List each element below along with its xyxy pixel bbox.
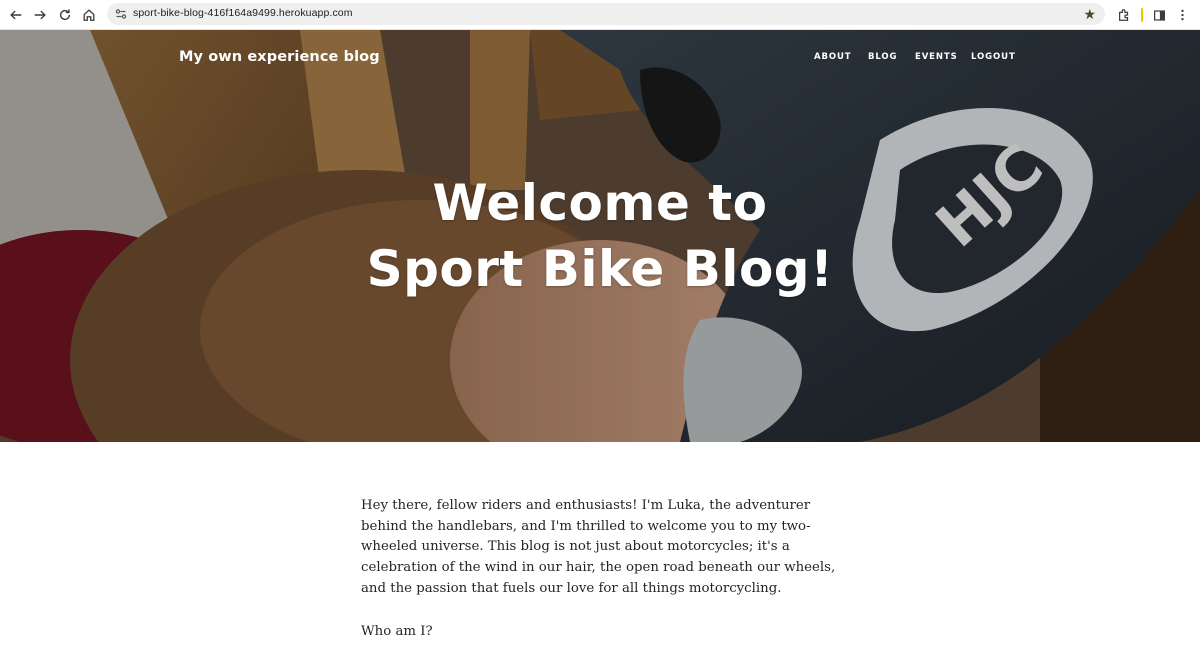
- hero-title-line-2: Sport Bike Blog!: [366, 240, 834, 298]
- nav-logout-link[interactable]: LOGOUT: [971, 52, 1016, 62]
- address-bar[interactable]: sport-bike-blog-416f164a9499.herokuapp.c…: [107, 3, 1105, 25]
- site-info-icon[interactable]: [114, 7, 128, 21]
- menu-kebab-icon[interactable]: [1180, 7, 1185, 23]
- section-heading: Who am I?: [361, 623, 433, 639]
- reload-icon[interactable]: [57, 7, 73, 23]
- profile-indicator: [1141, 8, 1143, 22]
- extensions-icon[interactable]: [1117, 7, 1131, 23]
- main-content: Hey there, fellow riders and enthusiasts…: [361, 496, 839, 645]
- nav-events-link[interactable]: EVENTS: [915, 52, 958, 62]
- nav-about-link[interactable]: ABOUT: [814, 52, 851, 62]
- hero-title-line-1: Welcome to: [432, 174, 768, 232]
- hero-title: Welcome to Sport Bike Blog!: [0, 170, 1200, 302]
- forward-icon[interactable]: [32, 7, 48, 23]
- intro-paragraph: Hey there, fellow riders and enthusiasts…: [361, 498, 836, 596]
- side-panel-icon[interactable]: [1153, 7, 1166, 23]
- browser-toolbar: sport-bike-blog-416f164a9499.herokuapp.c…: [0, 0, 1200, 30]
- main-nav: ABOUT BLOG EVENTS LOGOUT: [0, 52, 1200, 66]
- back-icon[interactable]: [8, 7, 24, 23]
- nav-blog-link[interactable]: BLOG: [868, 52, 897, 62]
- home-icon[interactable]: [81, 7, 97, 23]
- hero-header: HJC My own experience blog ABOUT BLOG EV…: [0, 30, 1200, 442]
- bookmark-star-icon[interactable]: ★: [1083, 6, 1096, 22]
- url-text[interactable]: sport-bike-blog-416f164a9499.herokuapp.c…: [133, 7, 353, 19]
